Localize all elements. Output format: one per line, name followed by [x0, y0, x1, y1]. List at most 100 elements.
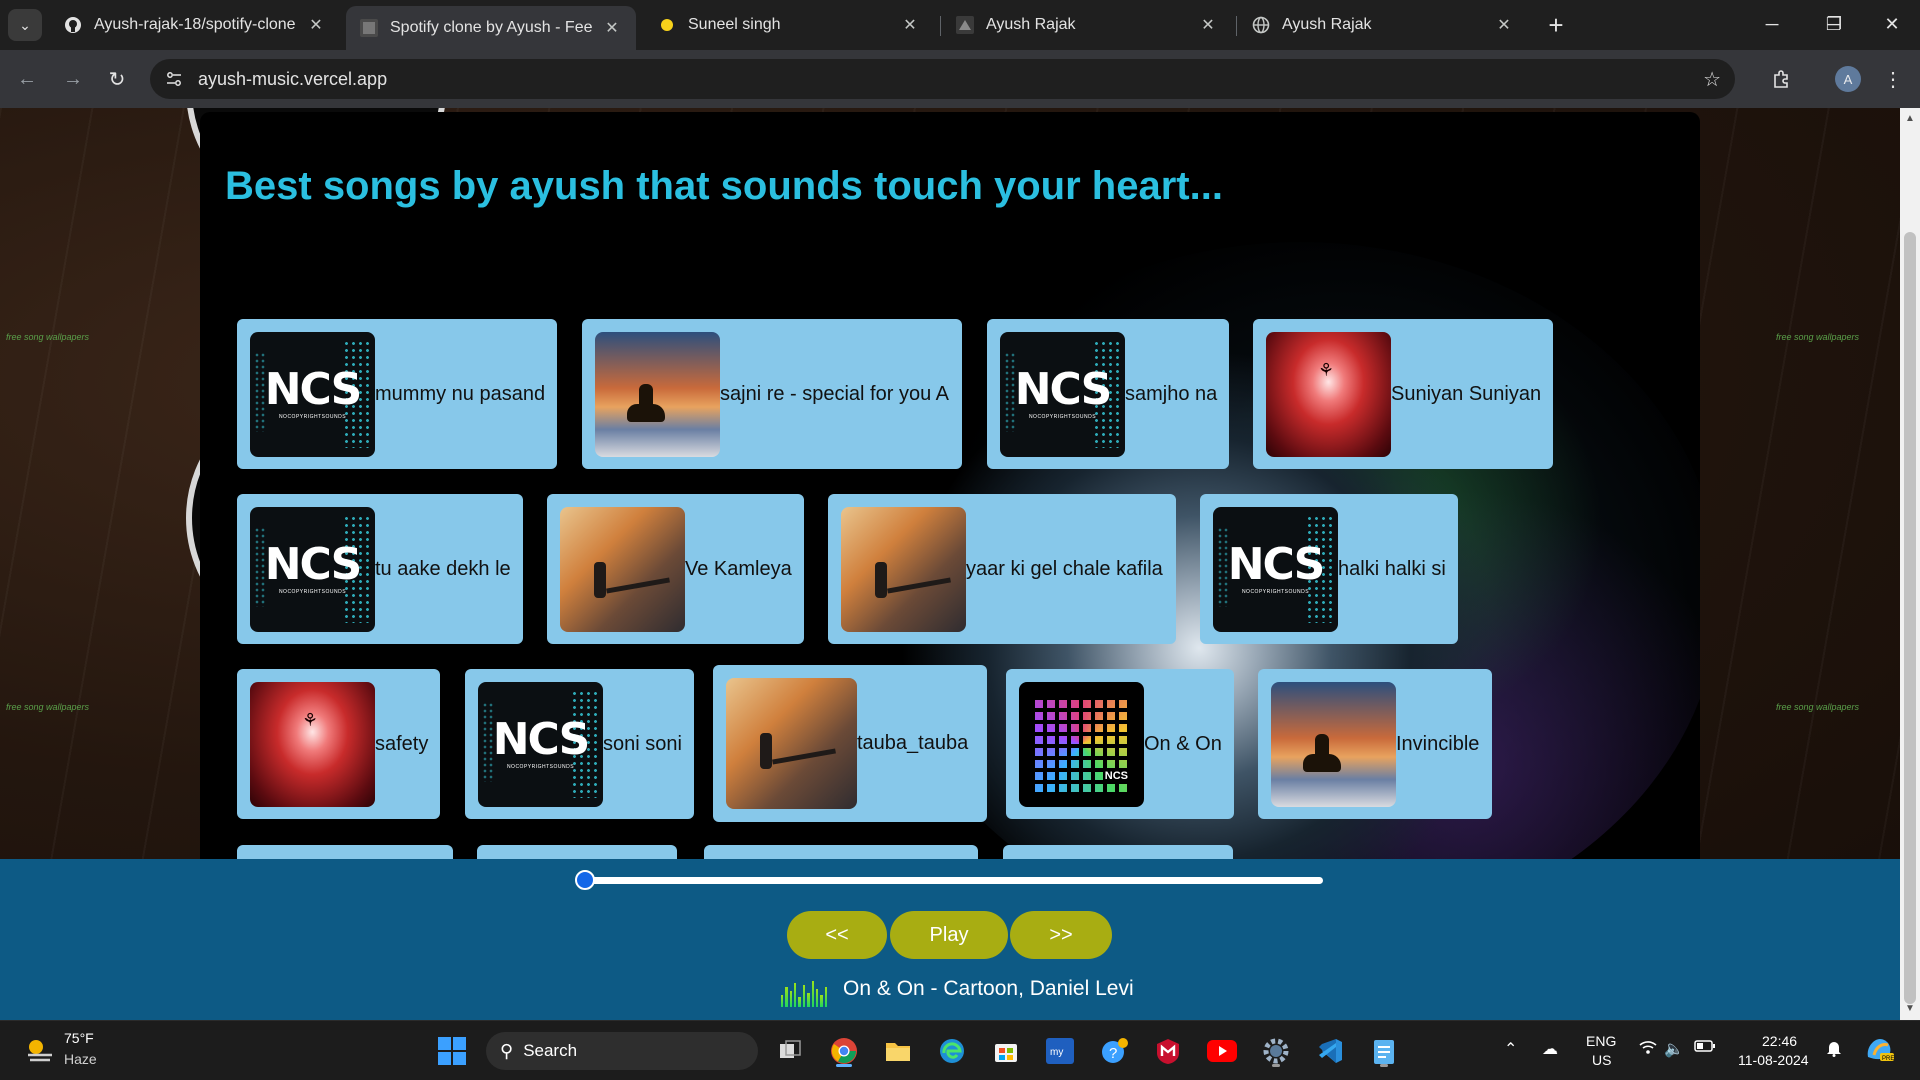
address-bar[interactable]: ayush-music.vercel.app ☆ [150, 59, 1735, 99]
reload-icon: ↻ [108, 68, 126, 91]
song-title: tu aake dekh le [375, 557, 511, 580]
player-bar: << Play >> On & On - Cartoon, Daniel Lev… [0, 859, 1900, 1020]
song-card[interactable]: NCS NOCOPYRIGHTSOUNDS soni soni [465, 669, 694, 819]
weather-haze-icon[interactable] [24, 1035, 56, 1065]
minimize-button[interactable]: ─ [1746, 6, 1798, 42]
tab-ayush-rajak-2[interactable]: Ayush Rajak ✕ [1238, 6, 1528, 44]
site-thumbnail-icon [956, 16, 974, 34]
clock-date[interactable]: 11-08-2024 [1738, 1052, 1809, 1068]
song-card[interactable]: NCS NOCOPYRIGHTSOUNDS mummy nu pasand [237, 319, 557, 469]
song-card[interactable]: Ve Kamleya [547, 494, 804, 644]
page-scrollbar[interactable]: ▲ ▼ [1900, 108, 1920, 1020]
notification-bell-icon[interactable] [1826, 1039, 1842, 1062]
file-explorer-icon[interactable] [880, 1033, 916, 1069]
close-icon[interactable]: ✕ [1198, 15, 1218, 35]
restore-button[interactable]: ❐ [1808, 6, 1860, 42]
tab-github[interactable]: Ayush-rajak-18/spotify-clone ✕ [50, 6, 340, 44]
chrome-icon[interactable] [826, 1033, 862, 1069]
equalizer-icon [781, 979, 827, 1007]
kebab-menu-icon[interactable]: ⋮ [1880, 62, 1906, 96]
language-indicator[interactable]: ENG [1586, 1033, 1616, 1049]
region-indicator[interactable]: US [1592, 1052, 1611, 1068]
song-card[interactable]: ⚘ safety [237, 669, 440, 819]
close-icon[interactable]: ✕ [900, 15, 920, 35]
bookmark-star-icon[interactable]: ☆ [1703, 67, 1721, 92]
weather-condition[interactable]: Haze [64, 1051, 97, 1067]
weather-temperature[interactable]: 75°F [64, 1030, 94, 1046]
windows-start-icon[interactable] [434, 1033, 470, 1069]
profile-avatar[interactable]: A [1835, 66, 1861, 92]
close-window-button[interactable]: ✕ [1866, 6, 1918, 42]
seek-bar[interactable] [585, 877, 1323, 884]
chevron-up-icon[interactable]: ⌃ [1504, 1039, 1517, 1059]
copilot-icon[interactable]: PRE [1864, 1035, 1894, 1068]
clock-time[interactable]: 22:46 [1762, 1033, 1797, 1049]
next-button[interactable]: >> [1010, 911, 1112, 959]
song-card[interactable]: NCS On & On [1006, 669, 1234, 819]
globe-icon [1252, 16, 1270, 34]
album-cover [726, 678, 857, 809]
song-card[interactable]: Invincible [1258, 669, 1492, 819]
album-cover [595, 331, 720, 457]
scroll-up-icon[interactable]: ▲ [1900, 110, 1920, 128]
youtube-icon[interactable] [1204, 1033, 1240, 1069]
windows-taskbar: 75°F Haze ⚲ Search my ? ⌃ ☁ ENG US 🔈 22:… [0, 1020, 1920, 1080]
back-button[interactable]: ← [10, 62, 44, 96]
close-icon[interactable]: ✕ [1494, 15, 1514, 35]
song-card[interactable]: NCS NOCOPYRIGHTSOUNDS halki halki si [1200, 494, 1458, 644]
store-icon[interactable] [988, 1033, 1024, 1069]
play-button[interactable]: Play [890, 911, 1008, 959]
tab-title: Suneel singh [688, 16, 781, 33]
new-tab-button[interactable]: + [1540, 10, 1572, 40]
tab-search-button[interactable]: ⌄ [8, 9, 42, 41]
help-icon[interactable]: ? [1096, 1033, 1132, 1069]
github-icon [64, 16, 82, 34]
site-settings-icon[interactable] [154, 59, 194, 99]
search-icon: ⚲ [500, 1040, 514, 1061]
side-watermark: free song wallpapers [6, 332, 90, 342]
onedrive-cloud-icon[interactable]: ☁ [1542, 1039, 1558, 1059]
previous-button[interactable]: << [787, 911, 887, 959]
close-icon[interactable]: ✕ [602, 18, 622, 38]
song-title: halki halki si [1338, 557, 1446, 580]
battery-icon[interactable] [1694, 1039, 1716, 1058]
tab-spotify-clone[interactable]: Spotify clone by Ayush - Feel every beat… [346, 6, 636, 50]
wifi-icon[interactable] [1638, 1039, 1658, 1060]
task-view-icon[interactable] [772, 1033, 808, 1069]
close-icon: ✕ [1884, 13, 1900, 34]
settings-icon[interactable] [1258, 1033, 1294, 1069]
tab-ayush-rajak-1[interactable]: Ayush Rajak ✕ [942, 6, 1232, 44]
edge-icon[interactable] [934, 1033, 970, 1069]
song-card[interactable]: NCS NOCOPYRIGHTSOUNDS samjho na [987, 319, 1229, 469]
song-card[interactable]: ⚘ Suniyan Suniyan [1253, 319, 1553, 469]
browser-toolbar: ← → ↻ ayush-music.vercel.app ☆ [0, 50, 1920, 108]
volume-icon[interactable]: 🔈 [1664, 1039, 1684, 1059]
taskbar-search[interactable]: ⚲ Search [486, 1032, 758, 1070]
scroll-thumb[interactable] [1904, 232, 1916, 1004]
song-title: Suniyan Suniyan [1391, 382, 1542, 405]
song-title: yaar ki gel chale kafila [966, 557, 1163, 580]
yellow-dot-icon [658, 16, 676, 34]
forward-button[interactable]: → [56, 62, 90, 96]
reload-button[interactable]: ↻ [100, 62, 134, 96]
scroll-down-icon[interactable]: ▼ [1900, 1000, 1920, 1018]
tab-suneel-singh[interactable]: Suneel singh ✕ [644, 6, 934, 44]
seek-handle[interactable] [575, 870, 595, 890]
vscode-icon[interactable] [1312, 1033, 1348, 1069]
song-card[interactable]: yaar ki gel chale kafila [828, 494, 1176, 644]
mcafee-icon[interactable] [1150, 1033, 1186, 1069]
extensions-icon[interactable] [1766, 64, 1796, 94]
song-card[interactable]: sajni re - special for you A [582, 319, 962, 469]
album-cover [1271, 681, 1396, 807]
album-cover: NCS [1019, 681, 1144, 807]
close-icon[interactable]: ✕ [306, 15, 326, 35]
tab-title: Spotify clone by Ayush - Feel every beat [390, 19, 592, 36]
minimize-icon: ─ [1765, 13, 1779, 34]
mylio-icon[interactable]: my [1042, 1033, 1078, 1069]
tab-strip: ⌄ Ayush-rajak-18/spotify-clone ✕ Spotify… [0, 0, 1920, 50]
song-card[interactable]: tauba_tauba [713, 665, 987, 822]
song-title: safety [375, 732, 429, 755]
notepad-icon[interactable] [1366, 1033, 1402, 1069]
side-watermark: free song wallpapers [6, 702, 90, 712]
song-card[interactable]: NCS NOCOPYRIGHTSOUNDS tu aake dekh le [237, 494, 523, 644]
